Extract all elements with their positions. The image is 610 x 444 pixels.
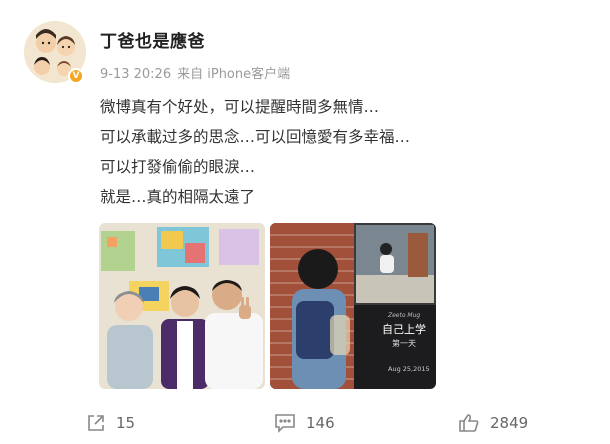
post-content: 微博真有个好处，可以提醒時間多無情… 可以承載过多的思念…可以回憶愛有多幸福… …	[100, 92, 410, 212]
collage-date: Aug 25,2015	[388, 365, 430, 373]
collage-title: 自己上学	[382, 322, 426, 336]
post-line: 可以承載过多的思念…可以回憶愛有多幸福…	[100, 128, 411, 146]
repost-button[interactable]: 15	[86, 413, 135, 433]
post-time[interactable]: 9-13 20:26	[100, 67, 171, 82]
collage-brand: Zeeto Mug	[387, 312, 420, 319]
like-count: 2849	[490, 414, 529, 432]
repost-count: 15	[116, 414, 136, 432]
comment-button[interactable]: 146	[274, 413, 335, 433]
comment-icon	[275, 414, 295, 433]
verified-badge-icon: V	[68, 68, 84, 84]
repost-icon	[88, 415, 104, 431]
username[interactable]: 丁爸也是應爸	[100, 27, 205, 52]
like-button[interactable]: 2849	[458, 413, 528, 433]
post-photo-family[interactable]	[99, 223, 265, 389]
post-meta: 9-13 20:26 来自 iPhone客户端	[100, 63, 296, 82]
collage-subtitle: 第一天	[392, 338, 416, 348]
post-line: 微博真有个好处，可以提醒時間多無情…	[100, 98, 380, 116]
post-line: 可以打發偷偷的眼淚…	[100, 158, 256, 176]
post-line: 就是…真的相隔太遠了	[100, 188, 256, 206]
post-photo-collage[interactable]: Zeeto Mug 自己上学 第一天 Aug 25,2015	[270, 223, 436, 389]
post-source: 来自 iPhone客户端	[177, 67, 291, 82]
like-icon	[459, 414, 479, 432]
comment-count: 146	[306, 414, 335, 432]
